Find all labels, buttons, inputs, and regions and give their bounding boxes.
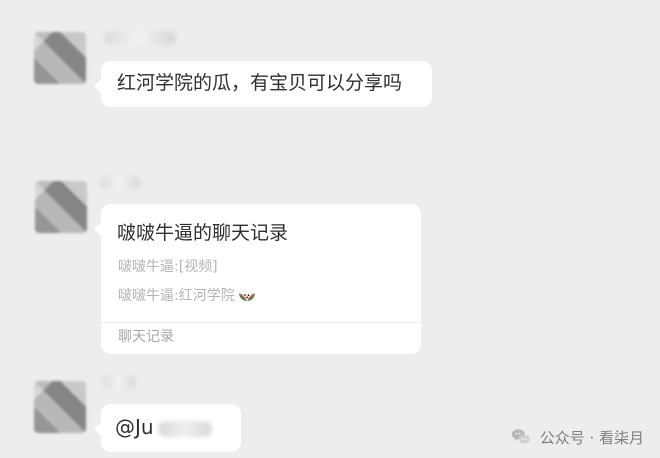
avatar[interactable]: [34, 381, 86, 433]
watermark-text: 公众号 · 看柒月: [539, 428, 644, 447]
wechat-icon: [510, 426, 532, 448]
mention-bubble[interactable]: @Ju: [94, 404, 241, 452]
blurred-mention-name: [157, 420, 212, 437]
mention-prefix: @Ju: [115, 415, 154, 439]
watermark: 公众号 · 看柒月: [510, 426, 644, 448]
message-3: @Ju: [0, 0, 660, 458]
mention-text: @Ju: [115, 415, 227, 439]
sender-name: [102, 375, 136, 389]
